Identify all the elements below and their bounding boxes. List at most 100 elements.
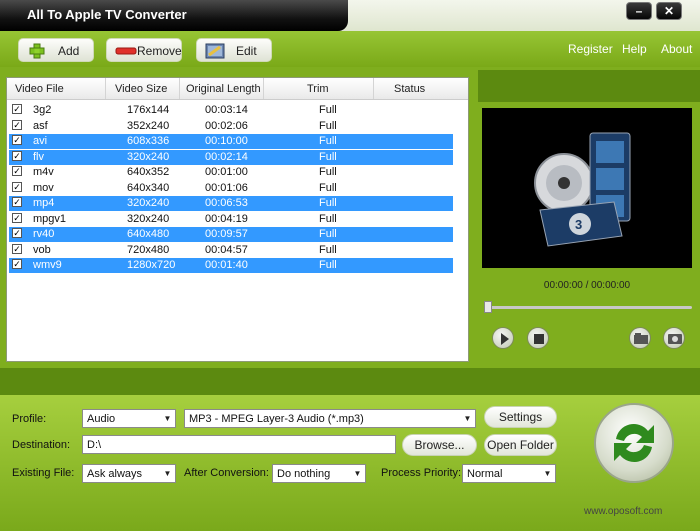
cell-trim: Full (319, 119, 337, 132)
add-label: Add (58, 44, 80, 58)
profile-format-select[interactable]: MP3 - MPEG Layer-3 Audio (*.mp3) ▼ (184, 409, 476, 428)
table-row[interactable]: ✓ mp4 320x240 00:06:53 Full (9, 196, 453, 211)
cell-file: wmv9 (33, 259, 62, 271)
cell-length: 00:02:06 (205, 119, 248, 132)
snapshot-folder-button[interactable] (629, 327, 651, 349)
about-link[interactable]: About (661, 42, 692, 56)
cell-file: vob (33, 243, 51, 256)
add-button[interactable]: Add (18, 38, 94, 62)
stop-button[interactable] (527, 327, 549, 349)
edit-label: Edit (236, 44, 257, 58)
cell-trim: Full (319, 259, 337, 271)
cell-length: 00:01:06 (205, 181, 248, 194)
open-folder-button[interactable]: Open Folder (484, 434, 557, 456)
chevron-down-icon: ▼ (543, 469, 552, 478)
cell-size: 320x240 (127, 150, 170, 163)
help-link[interactable]: Help (622, 42, 647, 56)
row-checkbox[interactable]: ✓ (12, 181, 22, 192)
after-conversion-label: After Conversion: (184, 467, 269, 479)
video-file-list[interactable]: Video File Video Size Original Length Tr… (6, 77, 469, 362)
minimize-button[interactable]: – (626, 2, 652, 20)
edit-icon (205, 43, 225, 62)
row-checkbox[interactable]: ✓ (12, 212, 22, 223)
cell-length: 00:04:19 (205, 212, 248, 225)
row-checkbox[interactable]: ✓ (12, 135, 22, 145)
header-video-file[interactable]: Video File (15, 83, 64, 95)
convert-icon (614, 423, 654, 463)
after-conversion-select[interactable]: Do nothing ▼ (272, 464, 366, 483)
table-row[interactable]: ✓ mov 640x340 00:01:06 Full (9, 181, 453, 196)
cell-size: 320x240 (127, 212, 170, 225)
row-checkbox[interactable]: ✓ (12, 104, 22, 114)
cell-file: mp4 (33, 197, 55, 209)
play-icon (501, 333, 509, 345)
header-trim[interactable]: Trim (307, 83, 329, 95)
existing-file-label: Existing File: (12, 467, 75, 479)
watermark-text: www.oposoft.com (584, 506, 663, 517)
table-row[interactable]: ✓ wmv9 1280x720 00:01:40 Full (9, 258, 453, 273)
browse-button[interactable]: Browse... (402, 434, 477, 456)
table-row[interactable]: ✓ rv40 640x480 00:09:57 Full (9, 227, 453, 242)
profile-category-value: Audio (87, 413, 116, 425)
snapshot-button[interactable] (663, 327, 685, 349)
row-checkbox[interactable]: ✓ (12, 259, 22, 269)
after-conversion-value: Do nothing (277, 468, 331, 480)
list-header: Video File Video Size Original Length Tr… (7, 78, 468, 100)
cell-size: 640x480 (127, 228, 170, 240)
convert-button[interactable] (594, 403, 674, 483)
row-checkbox[interactable]: ✓ (12, 166, 22, 176)
row-checkbox[interactable]: ✓ (12, 197, 22, 207)
row-checkbox[interactable]: ✓ (12, 228, 22, 238)
process-priority-select[interactable]: Normal ▼ (462, 464, 556, 483)
header-original-length[interactable]: Original Length (186, 83, 261, 95)
chevron-down-icon: ▼ (463, 414, 472, 423)
play-button[interactable] (492, 327, 514, 349)
cell-length: 00:01:00 (205, 166, 248, 178)
table-row[interactable]: ✓ avi 608x336 00:10:00 Full (9, 134, 453, 149)
existing-file-value: Ask always (87, 468, 143, 480)
settings-button[interactable]: Settings (484, 406, 557, 428)
profile-category-select[interactable]: Audio ▼ (82, 409, 176, 428)
table-row[interactable]: ✓ 3g2 176x144 00:03:14 Full (9, 103, 453, 118)
cell-file: mpgv1 (33, 212, 67, 225)
cell-trim: Full (319, 104, 337, 116)
cell-size: 1280x720 (127, 259, 176, 271)
main-window: All To Apple TV Converter – ✕ Add Remove… (0, 0, 700, 531)
chevron-down-icon: ▼ (353, 469, 362, 478)
register-link[interactable]: Register (568, 42, 613, 56)
cell-length: 00:10:00 (205, 135, 248, 147)
remove-button[interactable]: Remove (106, 38, 182, 62)
row-checkbox[interactable]: ✓ (12, 150, 22, 161)
svg-text:3: 3 (575, 217, 582, 232)
process-priority-label: Process Priority: (381, 467, 462, 479)
toolbar: Add Remove Edit Register Help About (0, 31, 700, 67)
table-row[interactable]: ✓ mpgv1 320x240 00:04:19 Full (9, 212, 453, 227)
seek-handle[interactable] (484, 301, 492, 313)
cell-trim: Full (319, 166, 337, 178)
table-row[interactable]: ✓ asf 352x240 00:02:06 Full (9, 119, 453, 134)
film-disc-icon: 3 (534, 132, 631, 247)
cell-length: 00:09:57 (205, 228, 248, 240)
header-status[interactable]: Status (394, 83, 425, 95)
cell-trim: Full (319, 243, 337, 256)
table-row[interactable]: ✓ m4v 640x352 00:01:00 Full (9, 165, 453, 180)
cell-file: mov (33, 181, 54, 194)
destination-field[interactable]: D:\ (82, 435, 396, 454)
chevron-down-icon: ▼ (163, 469, 172, 478)
row-checkbox[interactable]: ✓ (12, 119, 22, 130)
chevron-down-icon: ▼ (163, 414, 172, 423)
close-button[interactable]: ✕ (656, 2, 682, 20)
cell-length: 00:06:53 (205, 197, 248, 209)
cell-trim: Full (319, 212, 337, 225)
status-bar (0, 368, 700, 395)
title-tab: All To Apple TV Converter (0, 0, 348, 31)
cell-file: asf (33, 119, 48, 132)
seek-track[interactable] (484, 306, 692, 309)
edit-button[interactable]: Edit (196, 38, 272, 62)
header-video-size[interactable]: Video Size (115, 83, 167, 95)
table-row[interactable]: ✓ vob 720x480 00:04:57 Full (9, 243, 453, 258)
existing-file-select[interactable]: Ask always ▼ (82, 464, 176, 483)
add-icon (27, 43, 47, 62)
table-row[interactable]: ✓ flv 320x240 00:02:14 Full (9, 149, 453, 165)
row-checkbox[interactable]: ✓ (12, 243, 22, 254)
